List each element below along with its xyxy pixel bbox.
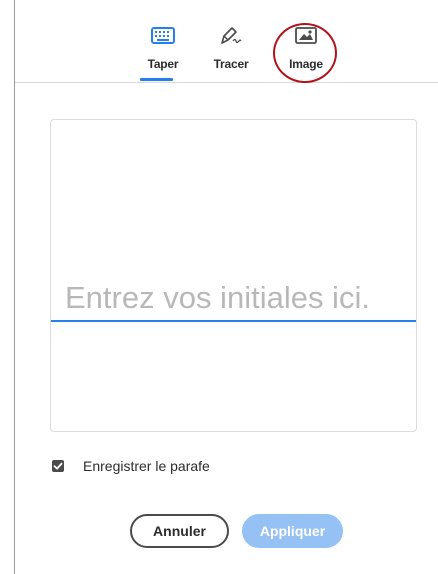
mode-tabs: Taper Tracer Image [15, 0, 438, 83]
tab-taper[interactable]: Taper [133, 22, 193, 78]
cancel-button[interactable]: Annuler [130, 514, 229, 548]
dialog-left-border [14, 0, 15, 574]
apply-button[interactable]: Appliquer [242, 514, 343, 548]
pen-draw-icon [221, 27, 242, 44]
checkmark-icon [53, 462, 63, 470]
keyboard-icon [151, 27, 175, 44]
tab-tracer[interactable]: Tracer [201, 22, 261, 78]
selected-tab-indicator [140, 78, 173, 81]
save-initials-label: Enregistrer le parafe [83, 458, 210, 474]
tab-tracer-label: Tracer [213, 57, 249, 71]
initials-input[interactable] [51, 276, 416, 322]
initials-canvas [50, 119, 417, 432]
initials-dialog: Taper Tracer Image Entrez vos initiales … [0, 0, 438, 574]
save-initials-checkbox[interactable] [52, 460, 64, 472]
image-icon [295, 27, 317, 44]
tab-taper-label: Taper [147, 57, 179, 71]
tab-image-label: Image [289, 57, 323, 71]
tab-image[interactable]: Image [276, 22, 336, 78]
